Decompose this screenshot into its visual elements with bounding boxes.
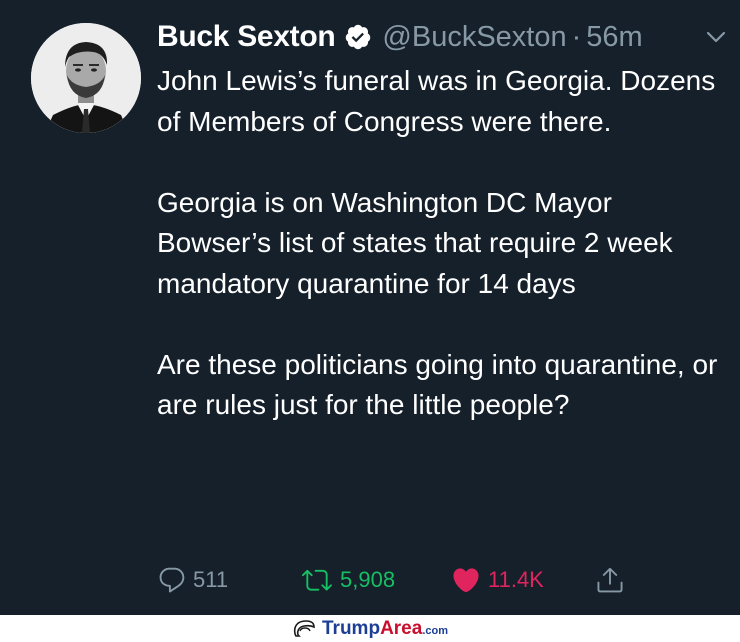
avatar[interactable] [31, 23, 141, 133]
tweet-header: Buck Sexton @BuckSexton · 56m [157, 17, 727, 57]
tweet-card: Buck Sexton @BuckSexton · 56m John Lewis… [0, 0, 740, 615]
watermark-bar: Trump Area .com [0, 615, 740, 642]
heart-icon [453, 568, 479, 593]
trump-hair-icon [293, 619, 315, 637]
separator-dot: · [571, 20, 582, 53]
author-name[interactable]: Buck Sexton [157, 20, 336, 54]
tweet-timestamp[interactable]: 56m [586, 21, 642, 54]
retweet-button[interactable]: 5,908 [300, 560, 395, 600]
avatar-portrait [31, 23, 141, 133]
retweet-count: 5,908 [340, 567, 396, 592]
reply-icon [159, 567, 185, 593]
reply-button[interactable]: 511 [157, 560, 228, 600]
share-icon [597, 567, 623, 593]
watermark-logo: Trump Area .com [292, 618, 448, 640]
like-count: 11.4K [488, 567, 544, 592]
verified-badge-icon [344, 23, 372, 51]
watermark-area: Area [380, 617, 423, 639]
chevron-down-icon[interactable] [705, 26, 727, 48]
retweet-icon [302, 569, 332, 591]
tweet-paragraph: Are these politicians going into quarant… [157, 348, 718, 421]
tweet-actions: 511 5,908 11.4K [157, 560, 657, 600]
tweet-text: John Lewis’s funeral was in Georgia. Doz… [157, 61, 727, 426]
author-handle[interactable]: @BuckSexton [382, 21, 566, 54]
reply-count: 511 [193, 567, 229, 592]
tweet-paragraph: John Lewis’s funeral was in Georgia. Doz… [157, 65, 716, 137]
tweet-paragraph: Georgia is on Washington DC Mayor Bowser… [157, 186, 673, 299]
share-button[interactable] [595, 560, 625, 600]
watermark-trump: Trump [322, 617, 381, 639]
like-button[interactable]: 11.4K [450, 560, 544, 600]
watermark-domain: .com [422, 624, 448, 637]
